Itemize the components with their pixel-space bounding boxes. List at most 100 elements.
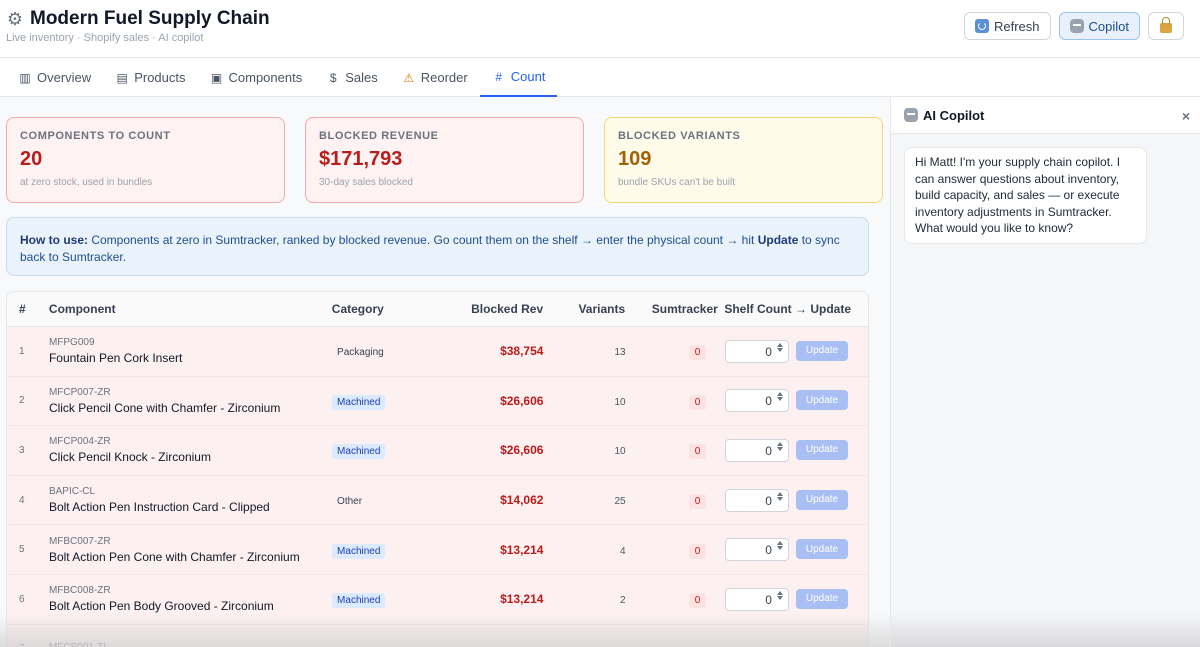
component-name: Bolt Action Pen Body Grooved - Zirconium — [48, 599, 274, 614]
shelf-cell: 0 Update — [718, 339, 868, 363]
col-sumtracker[interactable]: Sumtracker — [625, 302, 718, 316]
card-desc: bundle SKUs can't be built — [618, 177, 735, 188]
how-to-use-banner: How to use: Components at zero in Sumtra… — [6, 217, 869, 276]
shelf-cell: 0 Update — [718, 438, 868, 462]
table-row: 7MFCP001-TI — [7, 624, 868, 647]
shelf-count-stepper[interactable]: 0 — [724, 438, 789, 462]
sumtracker-cell: 0 — [626, 491, 719, 510]
blocked-rev-cell: $38,754 — [437, 342, 543, 360]
shelf-count-stepper[interactable]: 0 — [724, 389, 789, 413]
component-cell: MFBC008-ZR Bolt Action Pen Body Grooved -… — [49, 585, 329, 613]
component-sku: MFCP007-ZR — [48, 386, 111, 398]
copilot-button[interactable]: Copilot — [1058, 12, 1140, 40]
blocked-variants-card: BLOCKED VARIANTS 109 bundle SKUs can't b… — [604, 117, 883, 203]
shelf-count-stepper[interactable]: 0 — [724, 587, 789, 611]
sumtracker-badge: 0 — [688, 593, 707, 609]
variants-cell: 25 — [543, 491, 625, 509]
copilot-header: AI Copilot × — [891, 97, 1200, 134]
card-label: BLOCKED VARIANTS — [618, 130, 741, 142]
main-panel: COMPONENTS TO COUNT 2 0 at zero stock, us… — [0, 97, 890, 647]
numbers-icon: # — [495, 69, 503, 84]
row-index: 6 — [19, 593, 25, 605]
shelf-count-stepper[interactable]: 0 — [724, 538, 789, 562]
col-blocked-rev[interactable]: Blocked Rev — [437, 302, 543, 316]
col-shelf-count: Shelf Count → Update — [724, 302, 851, 316]
update-button[interactable]: Update — [795, 439, 848, 460]
card-label: COMPONENTS TO COUNT — [20, 130, 171, 142]
info-lead: How to use: — [20, 233, 88, 247]
blocked-rev-cell: $14,062 — [437, 491, 543, 509]
close-icon[interactable]: × — [1182, 108, 1190, 124]
component-name: Click Pencil Cone with Chamfer - Zirconi… — [48, 400, 281, 415]
variants-cell: 13 — [543, 342, 625, 360]
category-badge: Packaging — [337, 347, 384, 359]
tab-overview[interactable]: ▥ Overview — [6, 58, 103, 97]
component-sku: MFBC008-ZR — [48, 585, 111, 597]
refresh-button[interactable]: Refresh — [964, 12, 1051, 40]
category-badge: Machined — [332, 593, 386, 609]
variants-value: 10 — [614, 446, 626, 458]
card-desc: at zero stock, used in bundles — [20, 177, 153, 188]
shelf-count-stepper[interactable]: 0 — [724, 488, 789, 512]
blocked-rev-value: $38,754 — [500, 344, 544, 359]
update-button[interactable]: Update — [795, 588, 848, 609]
variants-cell: 2 — [543, 590, 626, 608]
component-name: Bolt Action Pen Instruction Card - Clipp… — [48, 500, 270, 515]
row-index: 2 — [19, 395, 25, 407]
refresh-icon — [975, 19, 989, 33]
tab-sales[interactable]: $ Sales — [314, 58, 390, 97]
app-header: ⚙ Modern Fuel Supply Chain Live inventor… — [0, 0, 1200, 58]
category-cell: Other — [329, 491, 437, 509]
category-badge: Machined — [332, 543, 386, 559]
category-badge: Other — [337, 496, 363, 508]
shelf-count-stepper[interactable]: 0 — [724, 339, 789, 363]
category-badge: Machined — [332, 444, 386, 460]
variants-value: 10 — [614, 396, 626, 408]
scroll-fade — [891, 613, 1200, 647]
blocked-rev-value: $13,214 — [500, 542, 544, 557]
update-button[interactable]: Update — [795, 390, 848, 411]
shelf-cell: 0 Update — [718, 488, 868, 512]
component-cell: MFPG009 Fountain Pen Cork Insert — [49, 337, 329, 365]
table-row: 6 MFBC008-ZR Bolt Action Pen Body Grooved … — [7, 574, 868, 625]
sumtracker-badge: 0 — [688, 444, 707, 460]
update-button[interactable]: Update — [795, 340, 848, 361]
gear-icon: ⚙ — [6, 8, 24, 29]
sumtracker-cell: 0 — [626, 342, 719, 361]
card-label: BLOCKED REVENUE — [319, 130, 439, 142]
sumtracker-cell: 0 — [626, 541, 719, 559]
row-index: 1 — [19, 345, 25, 357]
robot-icon — [1069, 19, 1084, 33]
component-name: Click Pencil Knock - Zirconium — [48, 450, 211, 465]
tab-products[interactable]: ▤ Products — [103, 58, 197, 97]
row-index: 4 — [19, 494, 25, 506]
col-component[interactable]: Component — [49, 302, 329, 316]
update-button[interactable]: Update — [795, 539, 848, 560]
blocked-rev-cell: $13,214 — [437, 541, 543, 559]
col-category[interactable]: Category — [329, 302, 437, 316]
card-desc: 30-day sales blocked — [319, 177, 413, 188]
tab-label: Count — [510, 69, 546, 84]
variants-cell: 10 — [543, 441, 625, 459]
component-name: Bolt Action Pen Cone with Chamfer - Zirc… — [48, 549, 300, 564]
blocked-rev-cell: $26,606 — [437, 441, 543, 459]
package-icon: ▣ — [210, 70, 223, 85]
info-text: Components at zero in Sumtracker, ranked… — [88, 233, 758, 247]
tab-reorder[interactable]: ⚠ Reorder — [390, 58, 480, 97]
copilot-panel: AI Copilot × Hi Matt! I'm your supply ch… — [890, 97, 1200, 647]
variants-value: 25 — [614, 496, 626, 508]
tab-count[interactable]: # Count — [479, 58, 558, 97]
tab-components[interactable]: ▣ Components — [198, 58, 315, 97]
sumtracker-badge: 0 — [688, 345, 707, 361]
sumtracker-badge: 0 — [688, 494, 707, 510]
update-button[interactable]: Update — [795, 489, 848, 510]
category-cell: Machined — [329, 590, 437, 609]
col-variants[interactable]: Variants — [543, 302, 625, 316]
card-value: $171,793 — [319, 148, 403, 170]
tab-label: Products — [134, 70, 186, 85]
variants-value: 13 — [614, 347, 626, 359]
table-row: 1 MFPG009 Fountain Pen Cork Insert Packagin… — [7, 327, 868, 377]
blocked-rev-value: $26,606 — [500, 393, 544, 408]
lock-button[interactable] — [1148, 12, 1184, 40]
table-body: 1 MFPG009 Fountain Pen Cork Insert Packagin… — [7, 327, 868, 647]
